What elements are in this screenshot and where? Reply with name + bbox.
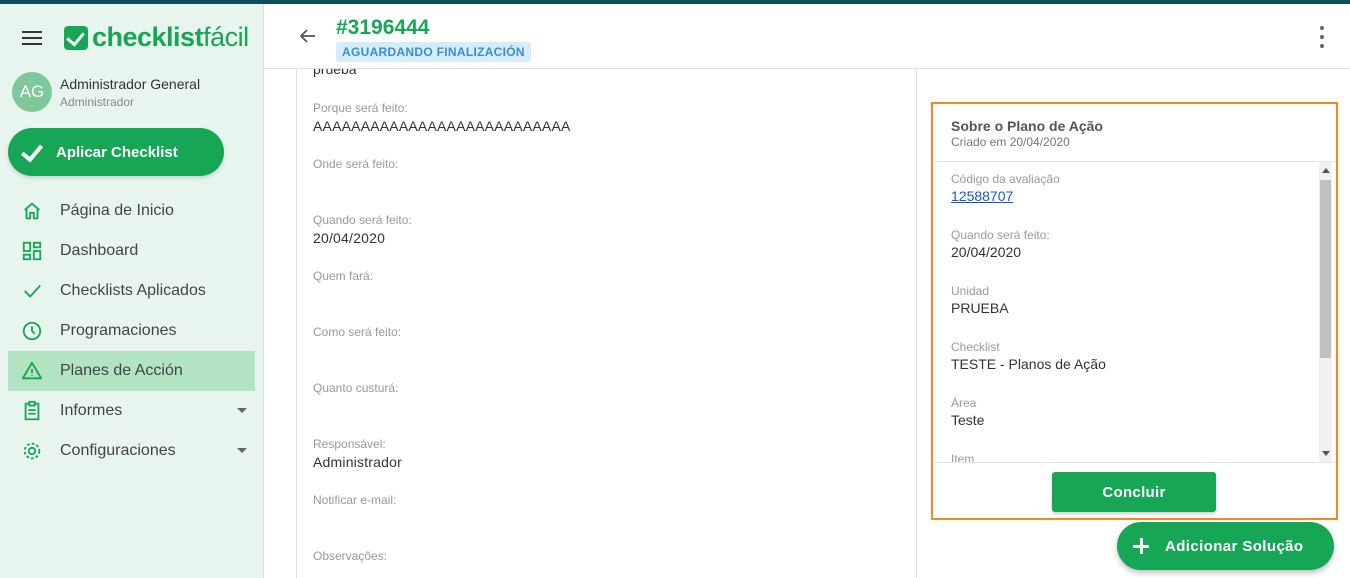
panel-field-when: Quando será feito: 20/04/2020 — [951, 228, 1050, 260]
chevron-down-icon[interactable] — [237, 448, 247, 453]
dashboard-icon — [20, 239, 44, 263]
field-value: 20/04/2020 — [313, 230, 386, 246]
field-label: Observações: — [313, 549, 388, 563]
page-header: #3196444 AGUARDANDO FINALIZACIÓN — [264, 4, 1350, 69]
user-name: Administrador General — [60, 75, 201, 92]
warning-icon — [20, 359, 44, 383]
sidebar-item-label: Planes de Acción — [60, 362, 183, 379]
panel-field-item: Item — [951, 452, 974, 462]
panel-field-unit: Unidad PRUEBA — [951, 284, 1009, 316]
field-label: Notificar e-mail: — [313, 493, 397, 507]
action-plan-details: prueba Porque será feito: AAAAAAAAAAAAAA… — [296, 69, 917, 578]
field-label: Quem fará: — [313, 269, 374, 283]
more-options-icon[interactable] — [1314, 26, 1330, 48]
user-role: Administrador — [60, 94, 135, 109]
logo-text: checklistfácil — [92, 22, 249, 52]
sidebar-item-home[interactable]: Página de Inicio — [8, 191, 255, 231]
sidebar-item-label: Dashboard — [60, 242, 139, 259]
detail-field-when: Quando será feito: 20/04/2020 — [313, 213, 412, 246]
sidebar-item-settings[interactable]: Configuraciones — [8, 431, 255, 471]
panel-title: Sobre o Plano de Ação — [951, 118, 1103, 134]
detail-field-where: Onde será feito: — [313, 157, 398, 174]
field-value: PRUEBA — [951, 300, 1009, 316]
sidebar-nav: Página de Inicio Dashboard Checklists Ap… — [8, 191, 255, 471]
check-icon — [20, 279, 44, 303]
back-arrow-icon[interactable] — [298, 26, 318, 46]
scrollbar[interactable] — [1319, 162, 1332, 462]
sidebar-item-schedules[interactable]: Programaciones — [8, 311, 255, 351]
field-value: AAAAAAAAAAAAAAAAAAAAAAAAAAA — [313, 118, 571, 134]
sidebar-item-dashboard[interactable]: Dashboard — [8, 231, 255, 271]
detail-field-why: Porque será feito: AAAAAAAAAAAAAAAAAAAAA… — [313, 101, 571, 134]
report-icon — [20, 399, 44, 423]
home-icon — [20, 199, 44, 223]
chevron-down-icon[interactable] — [237, 408, 247, 413]
field-label: Quanto custurá: — [313, 381, 399, 395]
field-label: Área — [951, 396, 977, 410]
panel-field-evaluation-code: Código da avaliação 12588707 — [951, 172, 1060, 204]
detail-value-truncated: prueba — [313, 69, 357, 77]
field-label: Item — [951, 452, 975, 462]
field-label: Código da avaliação — [951, 172, 1060, 186]
detail-field-responsible: Responsável: Administrador — [313, 437, 402, 470]
add-solution-label: Adicionar Solução — [1165, 537, 1304, 555]
about-action-plan-panel: Sobre o Plano de Ação Criado em 20/04/20… — [931, 102, 1338, 520]
scroll-down-icon[interactable] — [1322, 451, 1330, 456]
sidebar-item-action-plans[interactable]: Planes de Acción — [8, 351, 255, 391]
sidebar: checklistfácil AG Administrador General … — [0, 4, 264, 578]
field-label: Unidad — [951, 284, 990, 298]
logo-check-icon — [64, 25, 88, 50]
field-label: Como será feito: — [313, 325, 402, 339]
panel-field-area: Área Teste — [951, 396, 984, 428]
sidebar-item-label: Checklists Aplicados — [60, 282, 206, 299]
panel-field-checklist: Checklist TESTE - Planos de Ação — [951, 340, 1106, 372]
apply-checklist-label: Aplicar Checklist — [56, 143, 178, 161]
field-label: Quando será feito: — [313, 213, 412, 227]
field-label: Checklist — [951, 340, 1000, 354]
scrollbar-thumb[interactable] — [1320, 180, 1331, 358]
sidebar-item-applied-checklists[interactable]: Checklists Aplicados — [8, 271, 255, 311]
sidebar-item-label: Programaciones — [60, 322, 177, 339]
add-solution-button[interactable]: Adicionar Solução — [1117, 522, 1334, 570]
sidebar-item-label: Página de Inicio — [60, 202, 174, 219]
sidebar-item-label: Informes — [60, 402, 123, 419]
field-label: Porque será feito: — [313, 101, 408, 115]
panel-subtitle: Criado em 20/04/2020 — [951, 135, 1070, 149]
panel-scroll-area[interactable]: Código da avaliação 12588707 Quando será… — [933, 162, 1336, 462]
detail-field-notify-email: Notificar e-mail: — [313, 493, 396, 510]
hamburger-menu-icon[interactable] — [22, 31, 42, 45]
check-icon — [20, 142, 44, 162]
detail-field-who: Quem fará: — [313, 269, 373, 286]
page-title: #3196444 — [336, 16, 430, 39]
detail-field-cost: Quanto custurá: — [313, 381, 398, 398]
sidebar-item-reports[interactable]: Informes — [8, 391, 255, 431]
conclude-button[interactable]: Concluir — [1052, 472, 1216, 512]
status-badge: AGUARDANDO FINALIZACIÓN — [336, 42, 531, 62]
evaluation-code-link[interactable]: 12588707 — [951, 188, 1060, 204]
field-value: Administrador — [313, 454, 402, 470]
field-label: Onde será feito: — [313, 157, 399, 171]
avatar: AG — [12, 72, 52, 112]
clock-icon — [20, 319, 44, 343]
detail-field-observations: Observações: — [313, 549, 387, 566]
field-value: TESTE - Planos de Ação — [951, 356, 1106, 372]
sidebar-item-label: Configuraciones — [60, 442, 176, 459]
divider — [933, 462, 1336, 463]
scroll-up-icon[interactable] — [1322, 168, 1330, 173]
gear-icon — [20, 439, 44, 463]
logo[interactable]: checklistfácil — [64, 22, 249, 53]
field-label: Responsável: — [313, 437, 386, 451]
user-profile[interactable]: AG Administrador General Administrador — [12, 72, 200, 112]
field-value: 20/04/2020 — [951, 244, 1022, 260]
plus-icon — [1133, 538, 1149, 554]
field-label: Quando será feito: — [951, 228, 1050, 242]
detail-field-how: Como será feito: — [313, 325, 401, 342]
field-value: Teste — [951, 412, 985, 428]
apply-checklist-button[interactable]: Aplicar Checklist — [8, 128, 224, 176]
